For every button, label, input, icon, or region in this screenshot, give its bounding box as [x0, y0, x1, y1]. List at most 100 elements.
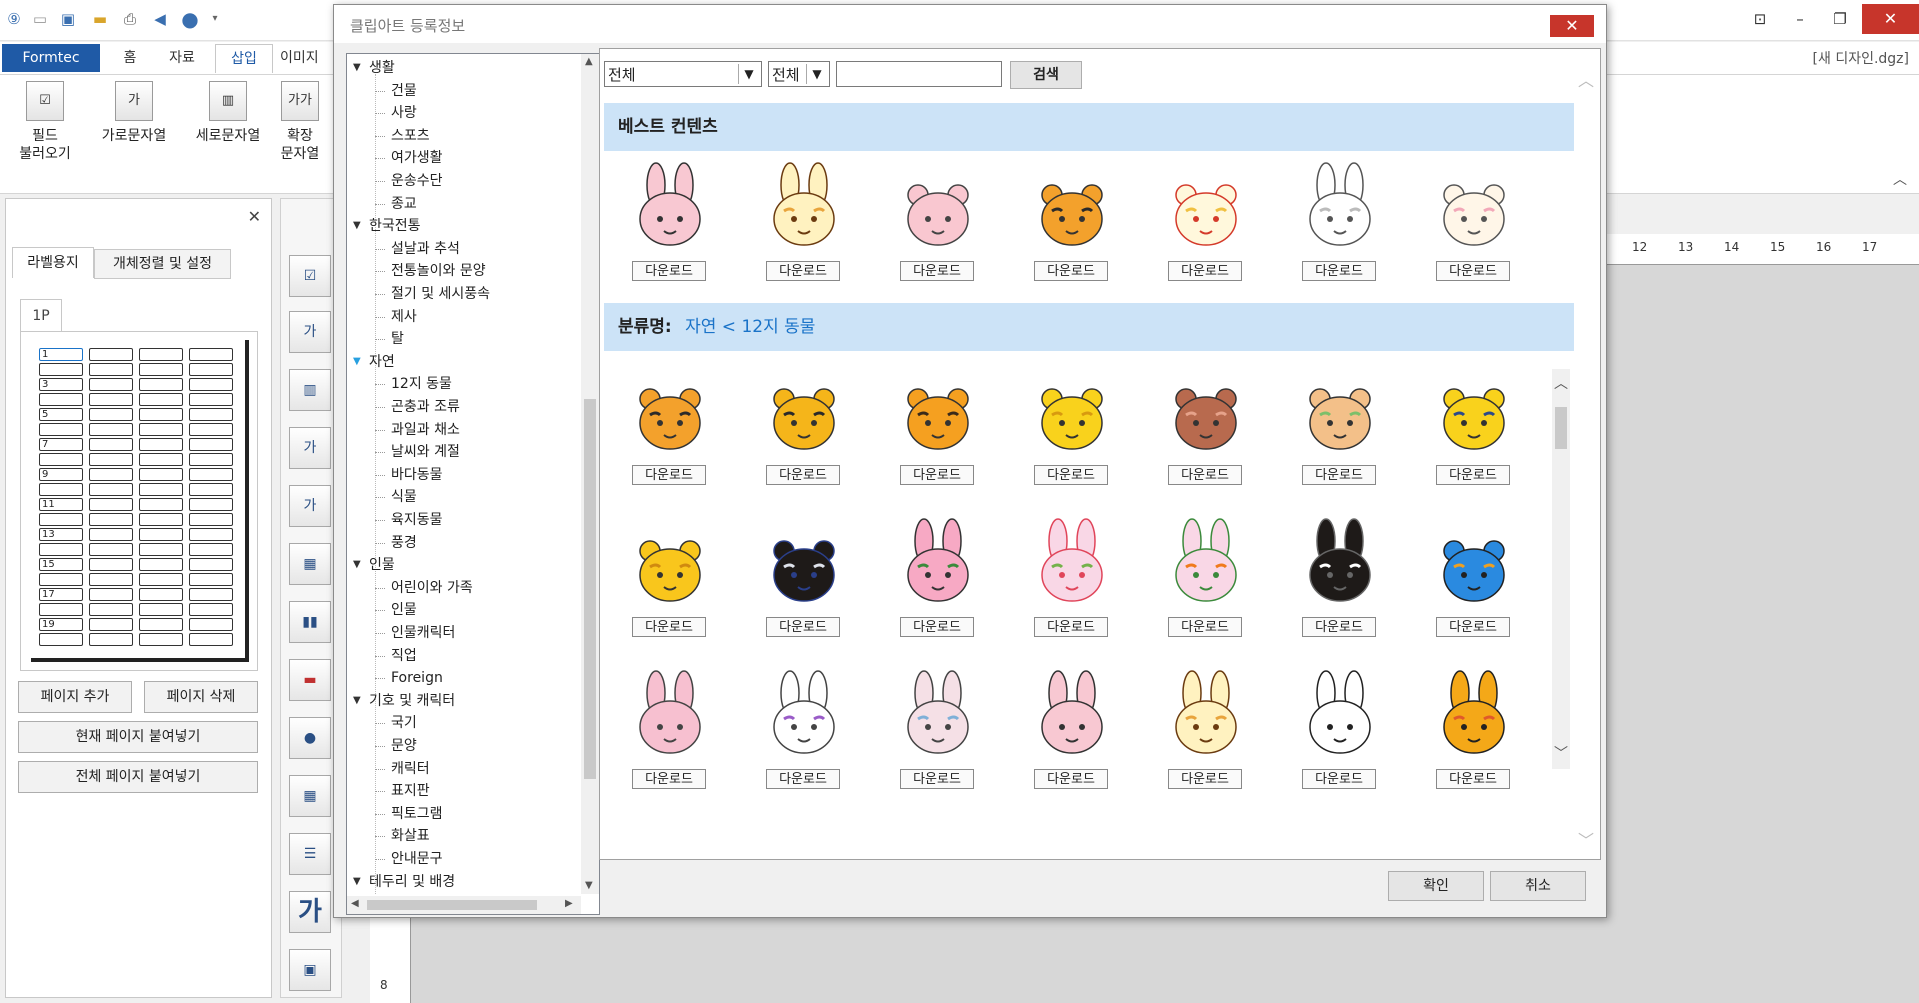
tree-category[interactable]: 테두리 및 배경	[369, 872, 455, 892]
label-cell[interactable]	[189, 348, 233, 361]
label-cell[interactable]	[189, 483, 233, 496]
barcode-color-tool-icon[interactable]: ▬	[289, 659, 331, 701]
monkey-icon[interactable]	[1164, 365, 1248, 457]
label-cell[interactable]	[39, 423, 83, 436]
tab-data[interactable]: 자료	[160, 44, 204, 72]
white-bunny-sketch-icon[interactable]	[1298, 669, 1382, 761]
label-cell[interactable]	[89, 408, 133, 421]
pink-bunny-lying-icon[interactable]	[896, 517, 980, 609]
chevron-down-icon[interactable]: ﹀	[1578, 827, 1594, 851]
bear-icon[interactable]	[1298, 365, 1382, 457]
tree-hscroll-thumb[interactable]	[367, 900, 537, 910]
label-cell[interactable]	[39, 603, 83, 616]
open-folder-icon[interactable]: ▬	[90, 9, 110, 29]
label-cell[interactable]: 3	[39, 378, 83, 391]
label-cell[interactable]	[89, 393, 133, 406]
ribbon-display-icon[interactable]: ⊡	[1750, 9, 1770, 29]
tree-subcategory[interactable]: 안내문구	[391, 849, 443, 869]
label-cell[interactable]	[89, 483, 133, 496]
clipart-item[interactable]: 다운로드	[1414, 517, 1534, 647]
clipart-item[interactable]: 다운로드	[1012, 161, 1132, 291]
collapse-ribbon-icon[interactable]: ︿	[1893, 169, 1907, 189]
search-input[interactable]	[836, 61, 1002, 87]
extended-text-tool-icon[interactable]: 가	[289, 427, 331, 469]
tiger-in-sweater-icon[interactable]	[1432, 365, 1516, 457]
cancel-button[interactable]: 취소	[1490, 871, 1586, 901]
tiger-icon[interactable]	[628, 365, 712, 457]
tree-subcategory[interactable]: 어린이와 가족	[391, 578, 473, 598]
label-cell[interactable]: 13	[39, 528, 83, 541]
download-button[interactable]: 다운로드	[632, 465, 706, 485]
tab-object-align[interactable]: 개체정렬 및 설정	[94, 249, 231, 279]
clipart-item[interactable]: 다운로드	[1146, 161, 1266, 291]
label-cell[interactable]	[89, 588, 133, 601]
tree-subcategory[interactable]: 과일과 채소	[391, 420, 460, 440]
tree-subcategory[interactable]: 운송수단	[391, 171, 443, 191]
clipart-item[interactable]: 다운로드	[878, 669, 998, 799]
label-cell[interactable]	[189, 633, 233, 646]
page-tab-1p[interactable]: 1P	[20, 299, 62, 332]
horizontal-text-button[interactable]: 가 가로문자열	[92, 81, 176, 145]
clipart-item[interactable]: 다운로드	[1280, 669, 1400, 799]
text-effect-tool-icon[interactable]: 가	[289, 485, 331, 527]
scroll-right-icon[interactable]: ▶	[565, 898, 573, 909]
field-load-button[interactable]: ☑ 필드 불러오기	[8, 81, 82, 163]
tree-expand-icon[interactable]: ▼	[353, 872, 361, 892]
tree-horizontal-scrollbar[interactable]: ◀ ▶	[347, 896, 581, 914]
download-button[interactable]: 다운로드	[1436, 617, 1510, 637]
field-tool-icon[interactable]: ☑	[289, 255, 331, 297]
tree-subcategory[interactable]: 여가생활	[391, 148, 443, 168]
label-cell[interactable]	[89, 348, 133, 361]
tree-subcategory[interactable]: 곤충과 조류	[391, 397, 460, 417]
clipart-item[interactable]: 다운로드	[1146, 669, 1266, 799]
tab-home[interactable]: 홈	[110, 44, 150, 72]
label-cell[interactable]: 7	[39, 438, 83, 451]
label-cell[interactable]	[139, 633, 183, 646]
label-cell[interactable]	[139, 528, 183, 541]
tree-subcategory[interactable]: 표지판	[391, 781, 430, 801]
label-cell[interactable]	[139, 573, 183, 586]
paste-all-pages-button[interactable]: 전체 페이지 붙여넣기	[18, 761, 258, 793]
large-text-tool-icon[interactable]: 가	[289, 891, 331, 933]
scroll-up-icon[interactable]: ▲	[585, 56, 593, 67]
moon-bunny-icon[interactable]	[1298, 517, 1382, 609]
label-cell[interactable]	[189, 438, 233, 451]
chevron-up-icon[interactable]: ︿	[1554, 373, 1568, 393]
sheep-icon[interactable]	[1432, 161, 1516, 253]
tree-subcategory[interactable]: 인물캐릭터	[391, 623, 455, 643]
minimize-icon[interactable]: –	[1790, 9, 1810, 29]
app-logo-icon[interactable]: ⑨	[4, 9, 24, 29]
tree-subcategory[interactable]: 사랑	[391, 103, 417, 123]
download-button[interactable]: 다운로드	[1034, 465, 1108, 485]
label-cell[interactable]: 9	[39, 468, 83, 481]
extended-text-button[interactable]: 가가 확장 문자열	[270, 81, 330, 163]
vertical-text-tool-icon[interactable]: ▥	[289, 369, 331, 411]
tree-subcategory[interactable]: 국기	[391, 713, 417, 733]
white-bunny-flower-icon[interactable]	[762, 669, 846, 761]
tiger-icon[interactable]	[1030, 161, 1114, 253]
label-cell[interactable]	[89, 618, 133, 631]
bunny-church-icon[interactable]	[896, 669, 980, 761]
label-cell[interactable]	[89, 573, 133, 586]
bunny-carrot-icon[interactable]	[1164, 517, 1248, 609]
label-cell[interactable]	[189, 393, 233, 406]
filter-select-2[interactable]: 전체 ▼	[768, 61, 830, 87]
clipart-item[interactable]: 다운로드	[1012, 365, 1132, 495]
label-cell[interactable]	[89, 633, 133, 646]
clipart-item[interactable]: 다운로드	[1280, 517, 1400, 647]
download-button[interactable]: 다운로드	[1302, 465, 1376, 485]
download-button[interactable]: 다운로드	[1034, 261, 1108, 281]
tree-vertical-scrollbar[interactable]: ▲ ▼	[581, 54, 599, 894]
tiger-yellow-2-icon[interactable]	[628, 517, 712, 609]
tiger-sitting-icon[interactable]	[896, 365, 980, 457]
delete-page-button[interactable]: 페이지 삭제	[144, 681, 258, 713]
label-cell[interactable]	[39, 483, 83, 496]
tree-subcategory[interactable]: Foreign	[391, 668, 443, 688]
tree-subcategory[interactable]: 바다동물	[391, 465, 443, 485]
download-button[interactable]: 다운로드	[632, 617, 706, 637]
blue-bird-icon[interactable]	[1432, 517, 1516, 609]
white-bunny-icon[interactable]	[1298, 161, 1382, 253]
clipart-item[interactable]: 다운로드	[610, 669, 730, 799]
lines-tool-icon[interactable]: ☰	[289, 833, 331, 875]
download-button[interactable]: 다운로드	[632, 769, 706, 789]
